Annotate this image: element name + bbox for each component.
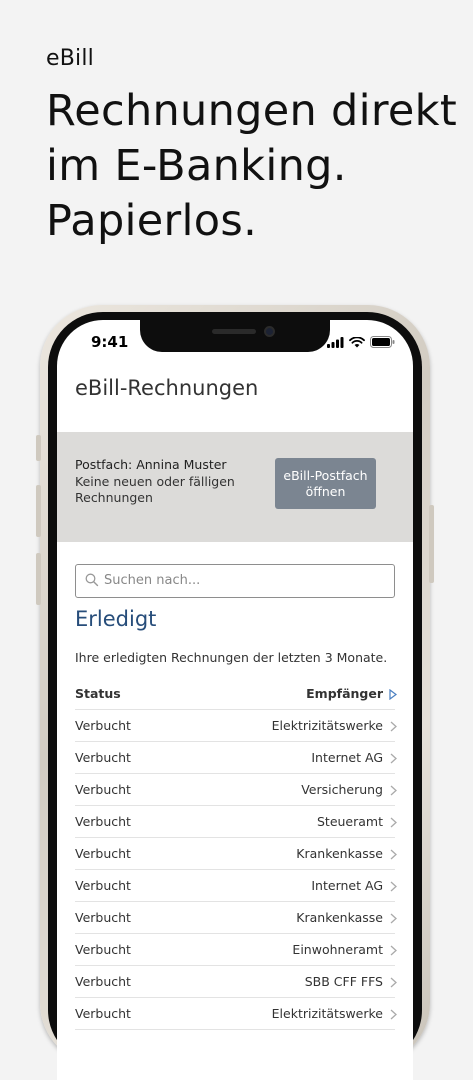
- wifi-icon: [349, 336, 365, 347]
- chevron-right-icon: [390, 721, 397, 732]
- postfach-status: Keine neuen oder fälligen Rechnungen: [75, 474, 235, 505]
- signal-icon: [327, 336, 344, 348]
- search-icon: [85, 573, 99, 587]
- row-recipient: Einwohneramt: [292, 942, 383, 957]
- open-postfach-button[interactable]: eBill-Postfach öffnen: [275, 458, 376, 509]
- row-status: Verbucht: [75, 1006, 131, 1021]
- row-status: Verbucht: [75, 942, 131, 957]
- chevron-right-icon: [390, 849, 397, 860]
- section-title: Erledigt: [75, 607, 157, 631]
- row-recipient: SBB CFF FFS: [304, 974, 383, 989]
- chevron-right-icon: [390, 881, 397, 892]
- column-header-recipient[interactable]: Empfänger: [306, 686, 395, 701]
- table-row[interactable]: Verbucht SBB CFF FFS: [75, 966, 397, 998]
- row-recipient: Elektrizitätswerke: [271, 1006, 383, 1021]
- table-row[interactable]: Verbucht Steueramt: [75, 806, 397, 838]
- chevron-right-icon: [390, 1009, 397, 1020]
- table-row[interactable]: Verbucht Internet AG: [75, 742, 397, 774]
- row-status: Verbucht: [75, 814, 131, 829]
- table-row[interactable]: Verbucht Krankenkasse: [75, 838, 397, 870]
- chevron-right-icon: [390, 913, 397, 924]
- table-header-row: Status Empfänger: [75, 678, 397, 710]
- column-header-status[interactable]: Status: [75, 686, 306, 701]
- row-recipient: Versicherung: [301, 782, 383, 797]
- phone-volume-up: [36, 485, 41, 537]
- table-row[interactable]: Verbucht Krankenkasse: [75, 902, 397, 934]
- search-input[interactable]: Suchen nach...: [75, 564, 395, 598]
- front-camera: [264, 326, 275, 337]
- row-recipient: Internet AG: [311, 878, 383, 893]
- promo-headline: Rechnungen direkt im E-Banking. Papierlo…: [46, 86, 458, 246]
- phone-frame: 9:41 eBill-Rechnungen Postfach: Annina M…: [36, 305, 434, 1080]
- promo-label: eBill: [46, 46, 94, 71]
- phone-power-button: [429, 505, 434, 583]
- row-status: Verbucht: [75, 846, 131, 861]
- row-status: Verbucht: [75, 782, 131, 797]
- row-status: Verbucht: [75, 910, 131, 925]
- screen-title: eBill-Rechnungen: [75, 376, 259, 400]
- speaker-grille: [212, 329, 256, 334]
- row-recipient: Elektrizitätswerke: [271, 718, 383, 733]
- row-recipient: Steueramt: [316, 814, 383, 829]
- section-description: Ihre erledigten Rechnungen der letzten 3…: [75, 650, 388, 665]
- table-row[interactable]: Verbucht Einwohneramt: [75, 934, 397, 966]
- row-status: Verbucht: [75, 718, 131, 733]
- phone-volume-down: [36, 553, 41, 605]
- row-recipient: Krankenkasse: [296, 910, 383, 925]
- row-recipient: Internet AG: [311, 750, 383, 765]
- row-status: Verbucht: [75, 974, 131, 989]
- table-row[interactable]: Verbucht Elektrizitätswerke: [75, 710, 397, 742]
- table-row[interactable]: Verbucht Elektrizitätswerke: [75, 998, 397, 1030]
- chevron-right-icon: [390, 817, 397, 828]
- phone-screen: 9:41 eBill-Rechnungen Postfach: Annina M…: [57, 320, 413, 1080]
- table-row[interactable]: Verbucht Versicherung: [75, 774, 397, 806]
- chevron-right-icon: [390, 785, 397, 796]
- row-recipient: Krankenkasse: [296, 846, 383, 861]
- sort-indicator-icon[interactable]: [389, 689, 397, 700]
- row-status: Verbucht: [75, 878, 131, 893]
- search-placeholder: Suchen nach...: [104, 573, 201, 588]
- postfach-panel: Postfach: Annina Muster Keine neuen oder…: [57, 432, 413, 542]
- status-time: 9:41: [91, 333, 129, 351]
- postfach-name: Postfach: Annina Muster: [75, 457, 227, 472]
- status-icons: [327, 336, 395, 348]
- chevron-right-icon: [390, 977, 397, 988]
- phone-mute-switch: [36, 435, 41, 461]
- invoice-table: Status Empfänger Verbucht Elektrizitätswe…: [75, 678, 397, 1030]
- battery-icon: [370, 336, 395, 348]
- chevron-right-icon: [390, 753, 397, 764]
- chevron-right-icon: [390, 945, 397, 956]
- phone-notch: [140, 320, 330, 352]
- table-row[interactable]: Verbucht Internet AG: [75, 870, 397, 902]
- row-status: Verbucht: [75, 750, 131, 765]
